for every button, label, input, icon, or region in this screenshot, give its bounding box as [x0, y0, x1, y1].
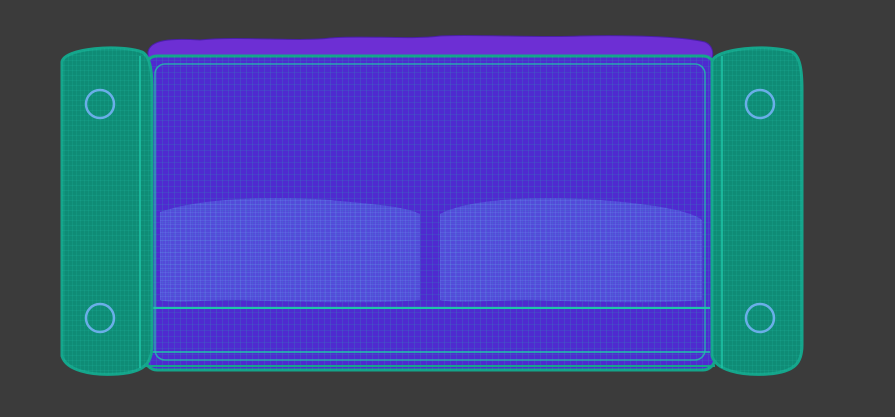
seat-cushion-right: [440, 198, 702, 303]
seat-cushion-left: [160, 198, 420, 303]
sofa-wireframe-render[interactable]: [0, 0, 895, 417]
viewport-canvas[interactable]: [0, 0, 895, 417]
sofa-arm-right: [710, 46, 804, 376]
sofa-arm-left: [60, 46, 154, 376]
